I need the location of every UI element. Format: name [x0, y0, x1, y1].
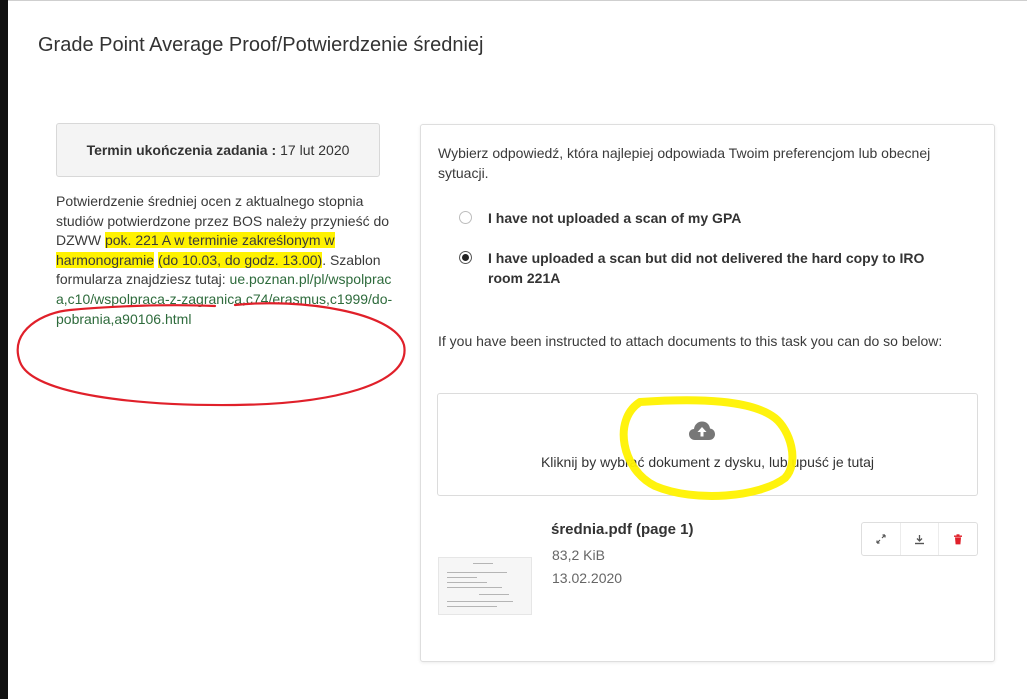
trash-icon	[954, 533, 963, 544]
radio-uploaded-no-hardcopy[interactable]	[459, 251, 472, 264]
file-date: 13.02.2020	[552, 570, 623, 586]
option-uploaded-no-hardcopy[interactable]: I have uploaded a scan but did not deliv…	[459, 248, 958, 288]
option-not-uploaded[interactable]: I have not uploaded a scan of my GPA	[459, 208, 958, 228]
file-thumbnail[interactable]	[438, 557, 532, 615]
expand-button[interactable]	[862, 523, 901, 555]
deadline-box: Termin ukończenia zadania : 17 lut 2020	[56, 123, 380, 177]
file-size: 83,2 KiB	[552, 547, 605, 563]
dropzone-text: Kliknij by wybrać dokument z dysku, lub …	[540, 454, 875, 470]
deadline-label: Termin ukończenia zadania :	[86, 142, 277, 158]
task-description: Potwierdzenie średniej ocen z aktualnego…	[56, 192, 396, 329]
option-label: I have not uploaded a scan of my GPA	[488, 210, 742, 226]
delete-button[interactable]	[939, 523, 977, 555]
option-label: I have uploaded a scan but did not deliv…	[488, 250, 925, 286]
download-icon	[915, 534, 924, 544]
download-button[interactable]	[901, 523, 940, 555]
window-left-edge	[0, 0, 8, 699]
highlighted-deadline: (do 10.03, do godz. 13.00)	[157, 251, 323, 268]
attachment-note: If you have been instructed to attach do…	[438, 333, 943, 349]
page-title: Grade Point Average Proof/Potwierdzenie …	[38, 34, 484, 56]
expand-icon	[876, 534, 886, 544]
file-dropzone[interactable]: Kliknij by wybrać dokument z dysku, lub …	[437, 393, 978, 496]
file-actions	[861, 522, 978, 556]
radio-not-uploaded[interactable]	[459, 211, 472, 224]
deadline-date: 17 lut 2020	[280, 142, 350, 158]
top-divider	[8, 0, 1027, 1]
question-card: Wybierz odpowiedź, która najlepiej odpow…	[420, 124, 995, 662]
cloud-upload-icon	[689, 421, 715, 440]
file-name: średnia.pdf (page 1)	[551, 521, 694, 538]
question-prompt: Wybierz odpowiedź, która najlepiej odpow…	[438, 145, 931, 181]
